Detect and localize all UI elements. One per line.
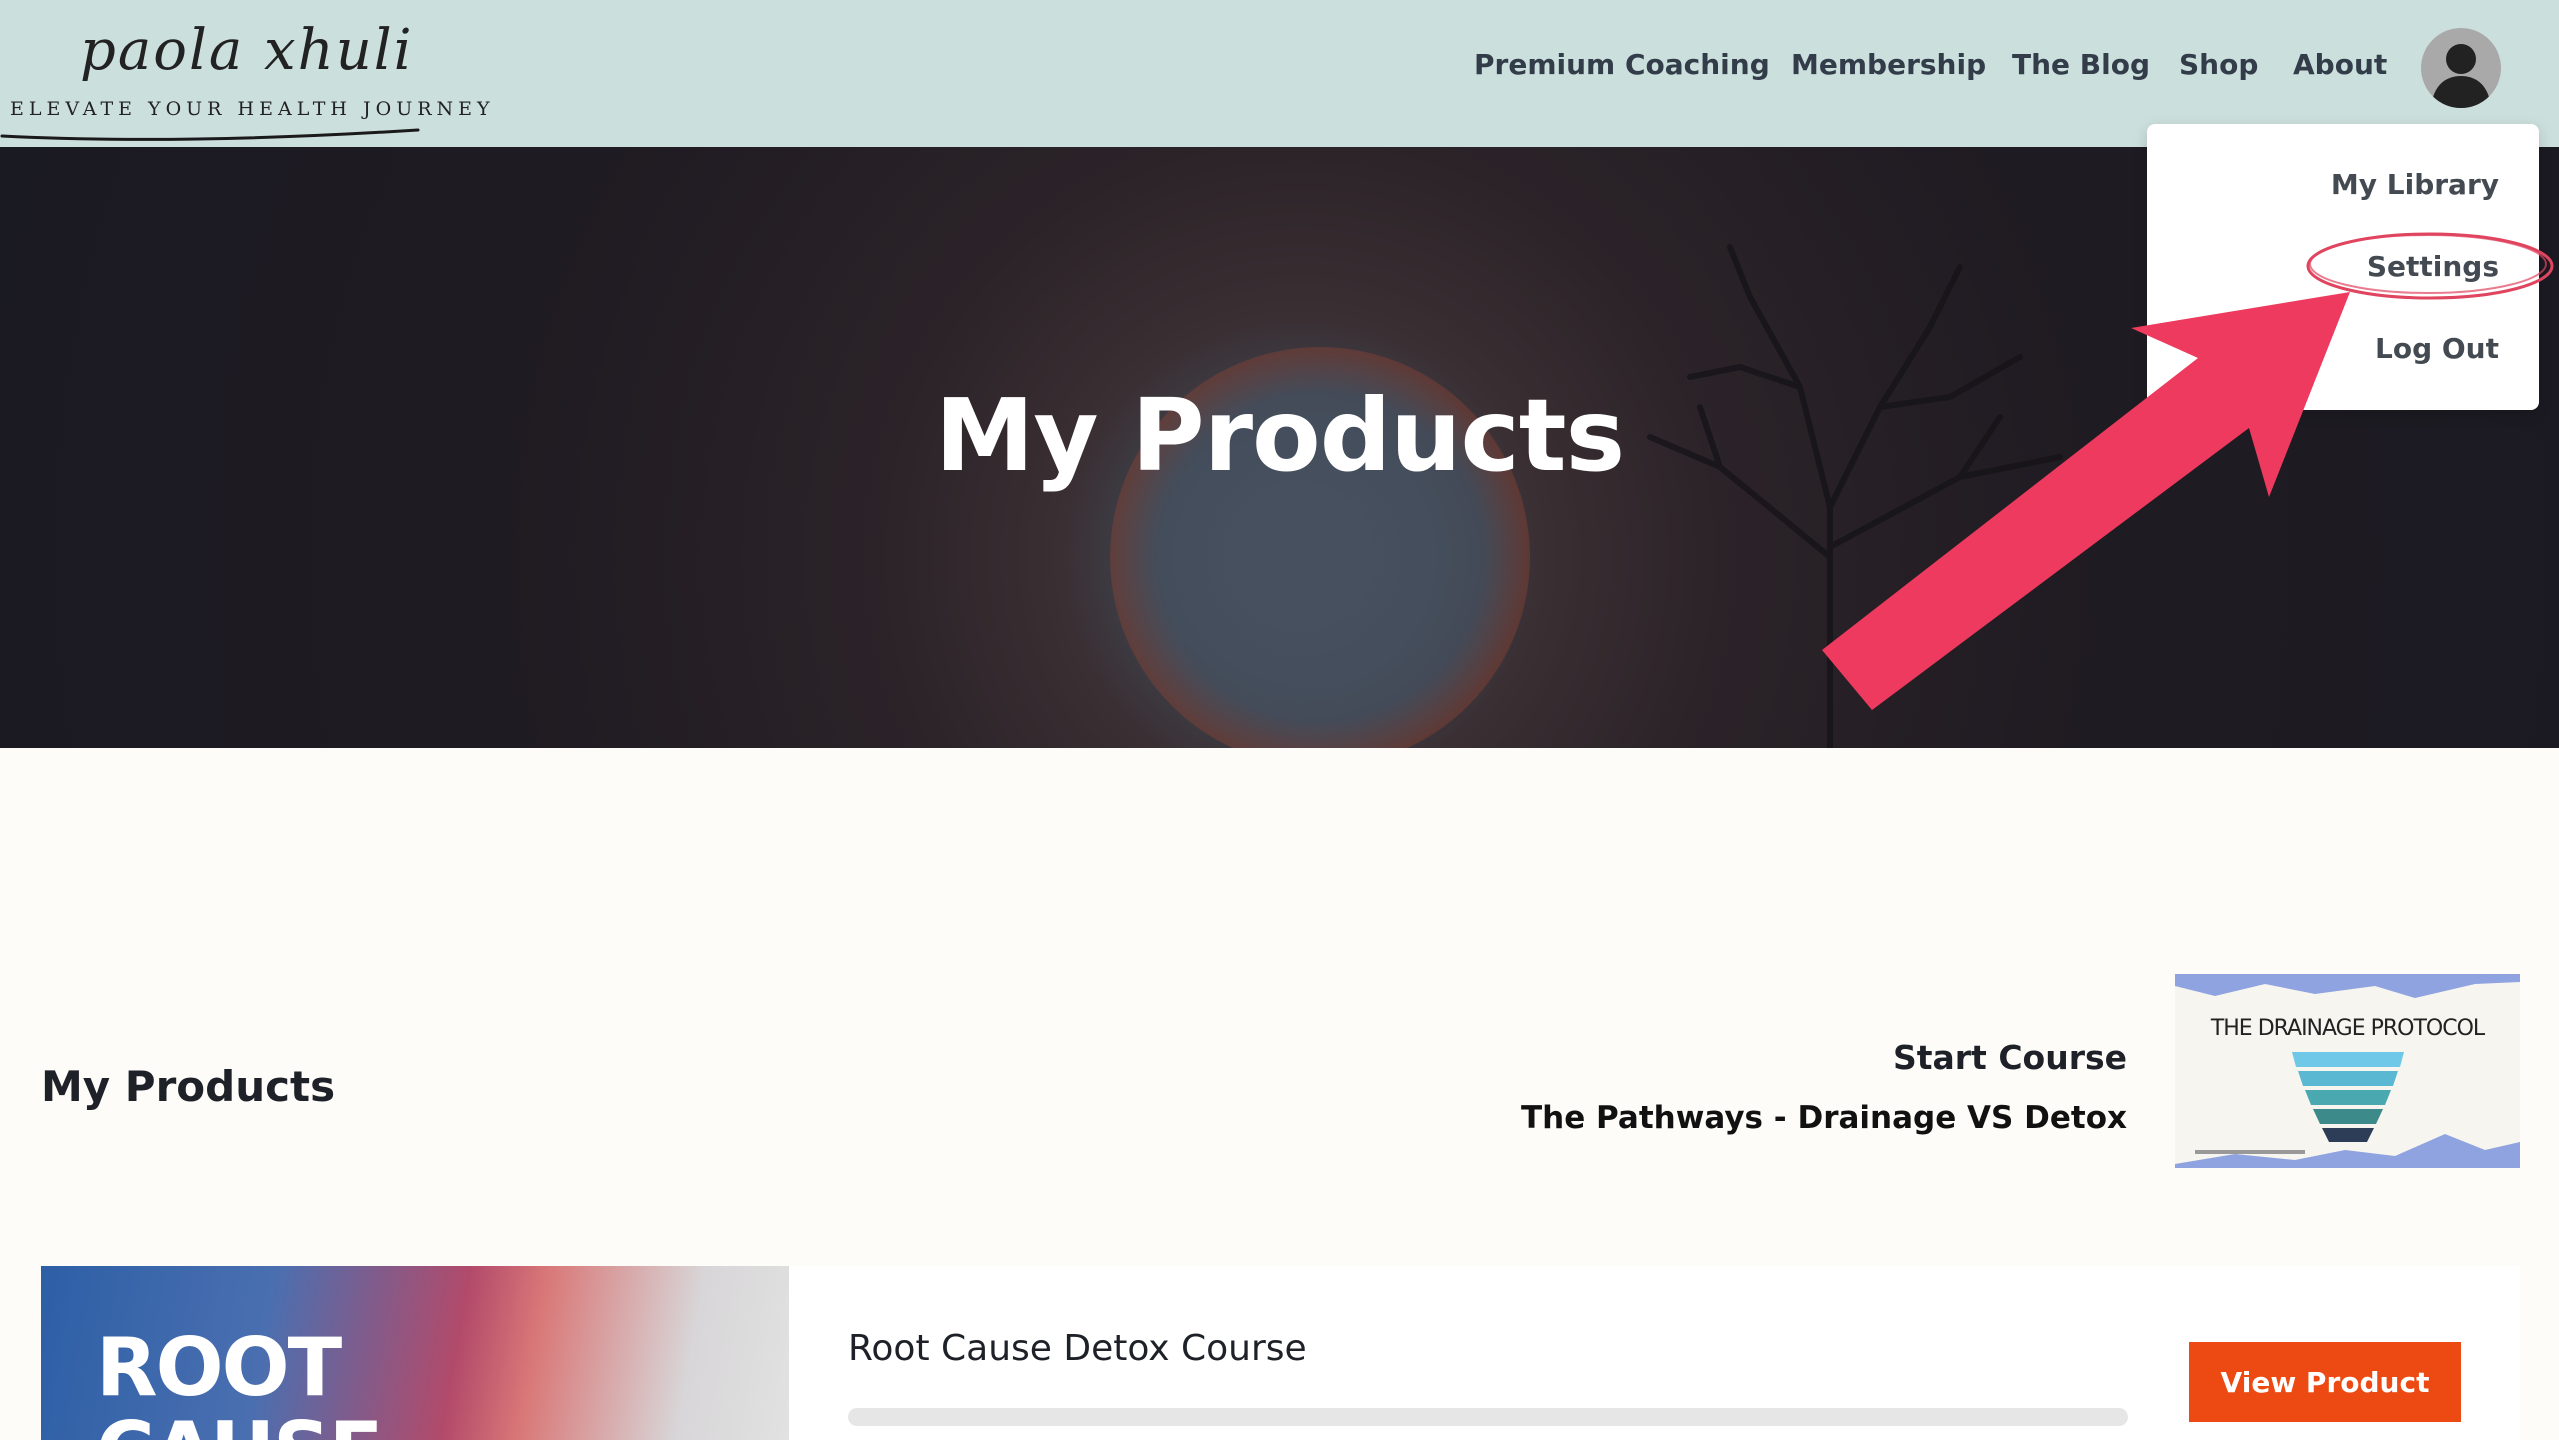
account-avatar[interactable] bbox=[2421, 28, 2501, 108]
menu-item-settings[interactable]: Settings bbox=[2367, 250, 2499, 283]
product-progress-bar bbox=[848, 1408, 2128, 1426]
product-image-text: ROOT CAUSE bbox=[96, 1321, 383, 1440]
view-product-button[interactable]: View Product bbox=[2189, 1342, 2461, 1422]
thumbnail-graphic bbox=[2175, 974, 2520, 1168]
start-course-link[interactable]: Start Course bbox=[1893, 1038, 2127, 1077]
logo-tagline: ELEVATE YOUR HEALTH JOURNEY bbox=[10, 98, 495, 120]
thumbnail-title: THE DRAINAGE PROTOCOL bbox=[2210, 1016, 2485, 1041]
user-silhouette-icon bbox=[2421, 28, 2501, 108]
menu-item-my-library[interactable]: My Library bbox=[2331, 168, 2499, 201]
nav-shop[interactable]: Shop bbox=[2179, 48, 2258, 81]
nav-the-blog[interactable]: The Blog bbox=[2012, 48, 2150, 81]
menu-item-log-out[interactable]: Log Out bbox=[2375, 332, 2499, 365]
section-title-my-products: My Products bbox=[41, 1062, 336, 1111]
featured-product-name: The Pathways - Drainage VS Detox bbox=[1521, 1100, 2127, 1136]
logo-script-name: paola xhuli bbox=[80, 18, 414, 83]
featured-product-thumbnail[interactable]: THE DRAINAGE PROTOCOL bbox=[2175, 974, 2520, 1168]
site-logo[interactable]: paola xhuli ELEVATE YOUR HEALTH JOURNEY bbox=[0, 10, 490, 141]
account-dropdown-menu: My Library Settings Log Out bbox=[2147, 124, 2539, 410]
nav-about[interactable]: About bbox=[2293, 48, 2387, 81]
logo-underline-swash bbox=[0, 128, 420, 141]
product-card-title: Root Cause Detox Course bbox=[848, 1328, 1307, 1369]
product-card-image[interactable]: ROOT CAUSE bbox=[41, 1266, 789, 1440]
nav-premium-coaching[interactable]: Premium Coaching bbox=[1474, 48, 1770, 81]
nav-membership[interactable]: Membership bbox=[1791, 48, 1986, 81]
